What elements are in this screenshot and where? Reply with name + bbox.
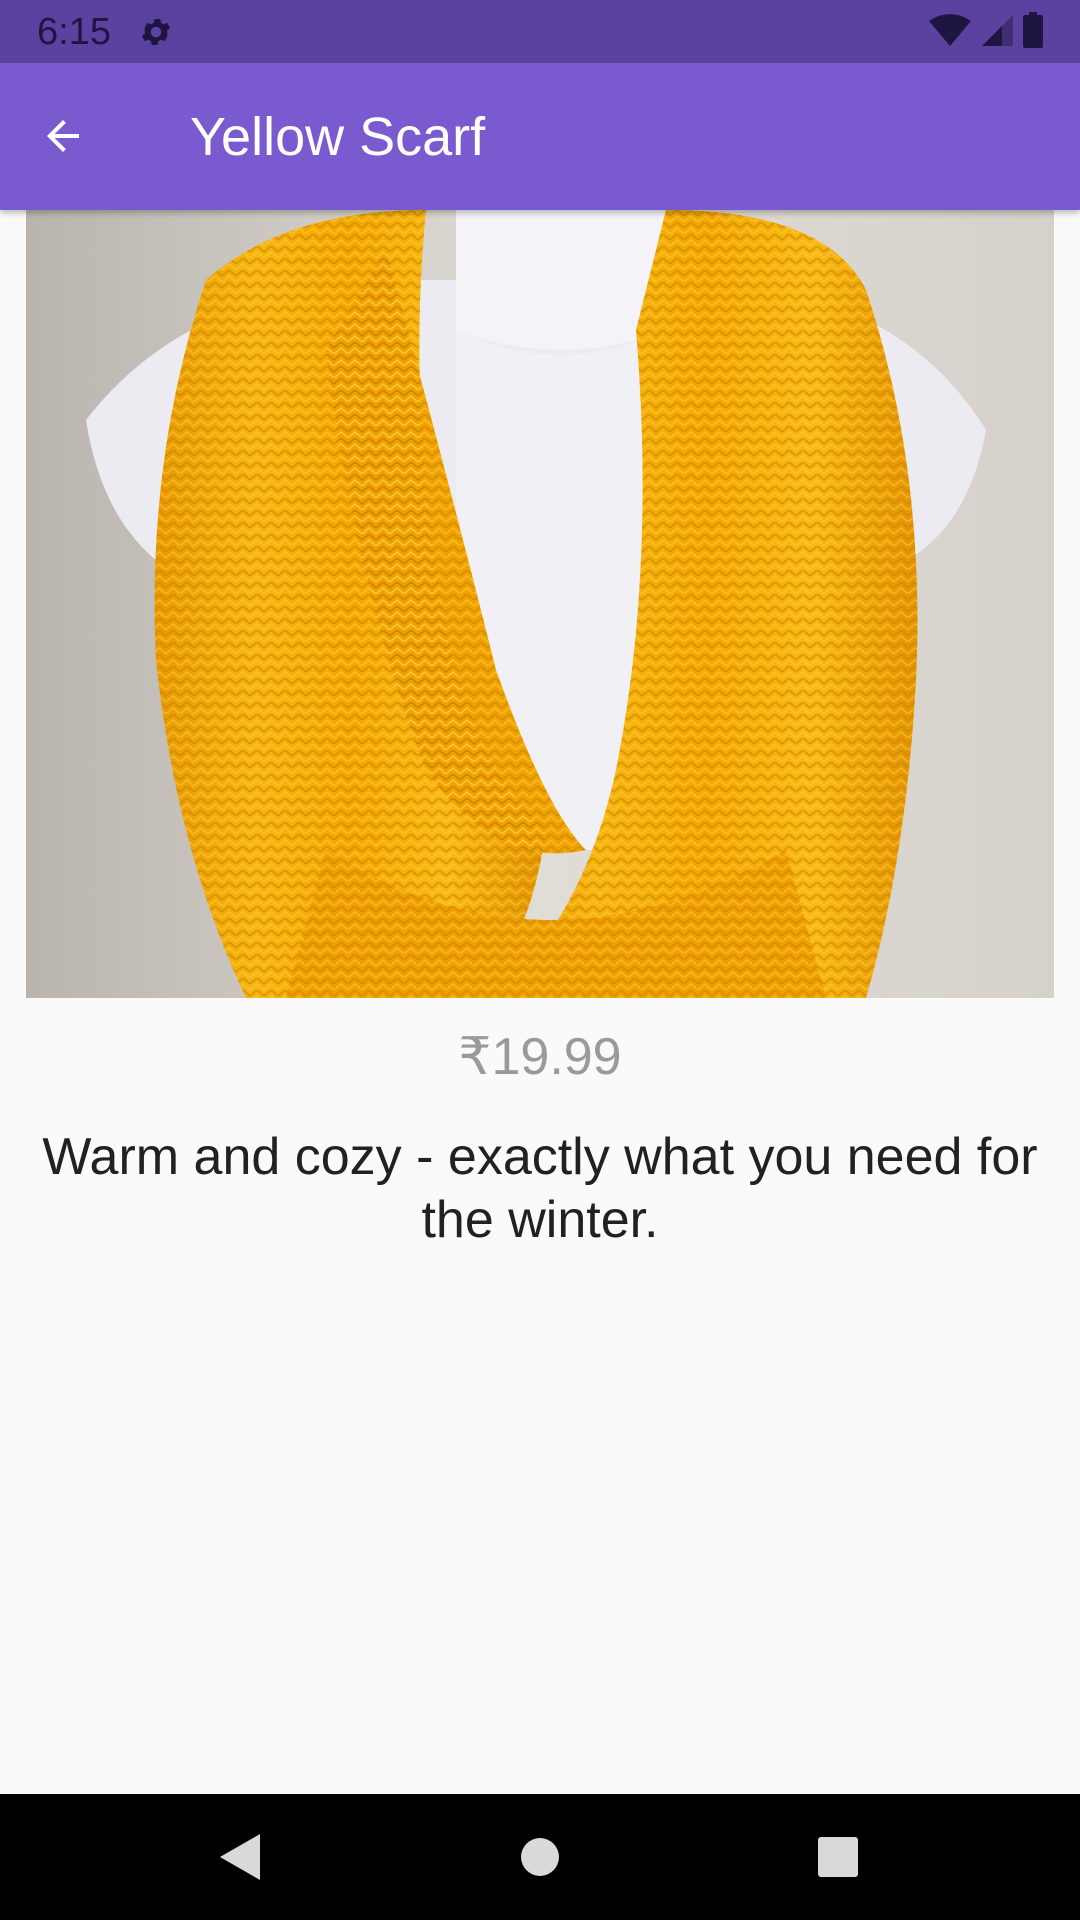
status-icons <box>928 11 1044 53</box>
battery-icon <box>1022 11 1044 53</box>
product-description: Warm and cozy - exactly what you need fo… <box>42 1128 1038 1249</box>
app-bar: Yellow Scarf <box>0 63 1080 210</box>
product-image <box>26 210 1054 998</box>
status-bar: 6:15 <box>0 0 1080 63</box>
system-nav-bar <box>0 1794 1080 1920</box>
recents-square-icon <box>818 1837 858 1877</box>
nav-back-button[interactable] <box>205 1822 275 1892</box>
home-circle-icon <box>521 1838 559 1876</box>
product-price: ₹19.99 <box>458 1028 622 1086</box>
back-triangle-icon <box>220 1834 260 1880</box>
back-button[interactable] <box>30 103 96 169</box>
nav-home-button[interactable] <box>505 1822 575 1892</box>
status-time: 6:15 <box>37 11 111 53</box>
wifi-icon <box>928 13 972 52</box>
signal-icon <box>980 13 1014 52</box>
nav-recents-button[interactable] <box>803 1822 873 1892</box>
settings-gear-icon <box>138 14 174 50</box>
arrow-back-icon <box>47 120 79 152</box>
page-title: Yellow Scarf <box>190 107 486 167</box>
